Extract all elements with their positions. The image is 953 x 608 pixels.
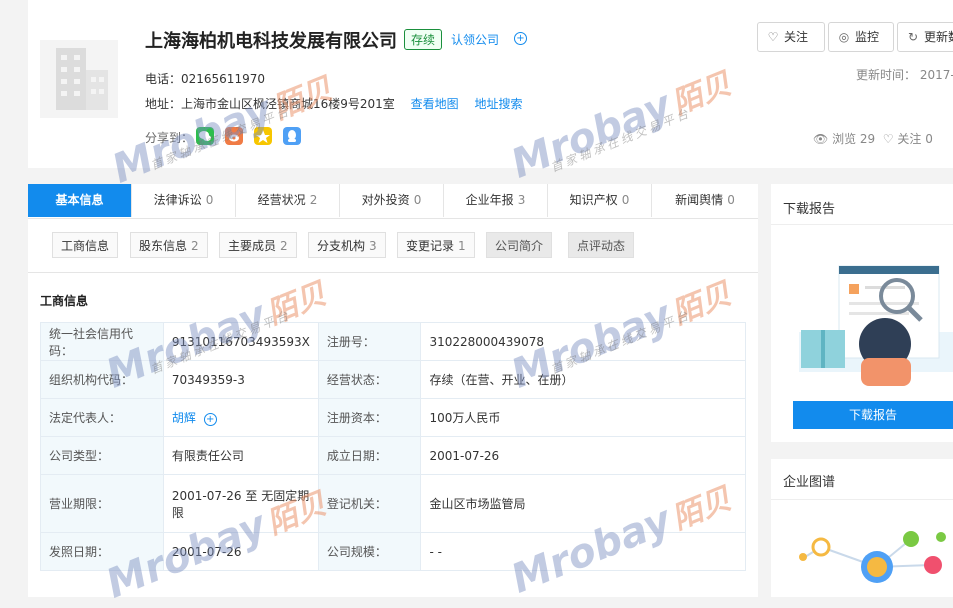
tab-litigation[interactable]: 法律诉讼 0 — [132, 184, 236, 217]
tab-operations[interactable]: 经营状况 2 — [236, 184, 340, 217]
follows-count: 关注 0 — [897, 132, 933, 146]
report-title: 下载报告 — [783, 202, 836, 217]
main-tabs: 基本信息 法律诉讼 0 经营状况 2 对外投资 0 企业年报 3 知识产权 0 新闻舆情 0 — [28, 184, 758, 219]
company-header: 上海海柏机电科技发展有限公司 存续 认领公司 + 电话：02165611970 … — [28, 0, 953, 168]
report-card: 下载报告 下载报告 — [771, 184, 953, 442]
tab-basic-info[interactable]: 基本信息 — [28, 184, 132, 217]
weibo-icon[interactable] — [225, 127, 243, 145]
add-icon[interactable]: + — [514, 32, 527, 45]
download-report-button[interactable]: 下载报告 — [793, 401, 953, 429]
refresh-icon: ↻ — [907, 30, 919, 44]
table-row: 统一社会信用代码： 91310116703493593X 注册号： 310228… — [40, 322, 746, 361]
stats-bar: 👁 浏览 29 ♡ 关注 0 — [813, 130, 933, 147]
monitor-button[interactable]: ◎ 监控 — [828, 22, 894, 52]
address-text: 地址：上海市金山区枫泾镇商城16楼9号201室 — [145, 97, 395, 111]
building-icon — [56, 48, 108, 110]
heart-icon: ♡ — [767, 30, 779, 44]
legal-rep-link[interactable]: 胡辉 — [172, 411, 196, 425]
update-time: 更新时间： 2017- — [856, 68, 953, 82]
address-line: 地址：上海市金山区枫泾镇商城16楼9号201室 查看地图 地址搜索 — [145, 95, 523, 112]
legal-rep-cell: 胡辉 + — [162, 398, 319, 437]
eye-icon: 👁 — [813, 132, 829, 146]
subtab-shareholders[interactable]: 股东信息 2 — [130, 232, 208, 258]
divider — [771, 499, 953, 500]
subtab-branches[interactable]: 分支机构 3 — [308, 232, 386, 258]
share-label: 分享到： — [145, 131, 194, 145]
view-map-link[interactable]: 查看地图 — [411, 97, 459, 111]
follow-button[interactable]: ♡ 关注 — [757, 22, 825, 52]
graph-illustration — [799, 531, 946, 583]
report-illustration — [799, 265, 953, 386]
tab-ip[interactable]: 知识产权 0 — [548, 184, 652, 217]
tab-news[interactable]: 新闻舆情 0 — [652, 184, 758, 217]
update-button[interactable]: ↻更新数 — [897, 22, 953, 52]
table-row: 组织机构代码： 70349359-3 经营状态： 存续（在营、开业、在册） — [40, 360, 746, 399]
add-icon[interactable]: + — [203, 413, 217, 426]
divider — [771, 224, 953, 225]
company-logo — [40, 40, 118, 118]
heart-icon: ♡ — [882, 132, 894, 146]
subtab-profile[interactable]: 公司简介 — [486, 232, 553, 258]
subtab-comments[interactable]: 点评动态 — [568, 232, 635, 258]
address-search-link[interactable]: 地址搜索 — [474, 97, 522, 111]
tab-investments[interactable]: 对外投资 0 — [340, 184, 444, 217]
section-title: 工商信息 — [40, 294, 89, 308]
tab-annual-reports[interactable]: 企业年报 3 — [444, 184, 548, 217]
subtab-members[interactable]: 主要成员 2 — [219, 232, 297, 258]
table-row: 发照日期： 2001-07-26 公司规模： - - — [40, 532, 746, 571]
graph-card: 企业图谱 — [771, 459, 953, 597]
graph-title: 企业图谱 — [783, 475, 836, 490]
wechat-icon[interactable] — [196, 127, 214, 145]
table-row: 法定代表人： 胡辉 + 注册资本： 100万人民币 — [40, 398, 746, 437]
qq-icon[interactable] — [283, 127, 301, 145]
table-row: 公司类型： 有限责任公司 成立日期： 2001-07-26 — [40, 436, 746, 475]
business-info-table: 统一社会信用代码： 91310116703493593X 注册号： 310228… — [40, 322, 746, 571]
subtab-changes[interactable]: 变更记录 1 — [397, 232, 475, 258]
status-badge: 存续 — [404, 29, 443, 50]
main-panel: 基本信息 法律诉讼 0 经营状况 2 对外投资 0 企业年报 3 知识产权 0 新闻舆情 0… — [28, 184, 758, 597]
views-count: 浏览 29 — [832, 132, 876, 146]
phone-text: 电话：02165611970 — [145, 72, 265, 86]
claim-company-link[interactable]: 认领公司 — [451, 31, 499, 48]
sub-tabs: 工商信息 股东信息 2 主要成员 2 分支机构 3 变更记录 1 公司简介 点评动态 — [28, 218, 758, 273]
company-name: 上海海柏机电科技发展有限公司 — [145, 31, 397, 52]
subtab-business-info[interactable]: 工商信息 — [52, 232, 119, 258]
monitor-icon: ◎ — [838, 30, 850, 44]
qzone-icon[interactable] — [254, 127, 272, 145]
table-row: 营业期限： 2001-07-26 至 无固定期限 登记机关： 金山区市场监管局 — [40, 474, 746, 533]
